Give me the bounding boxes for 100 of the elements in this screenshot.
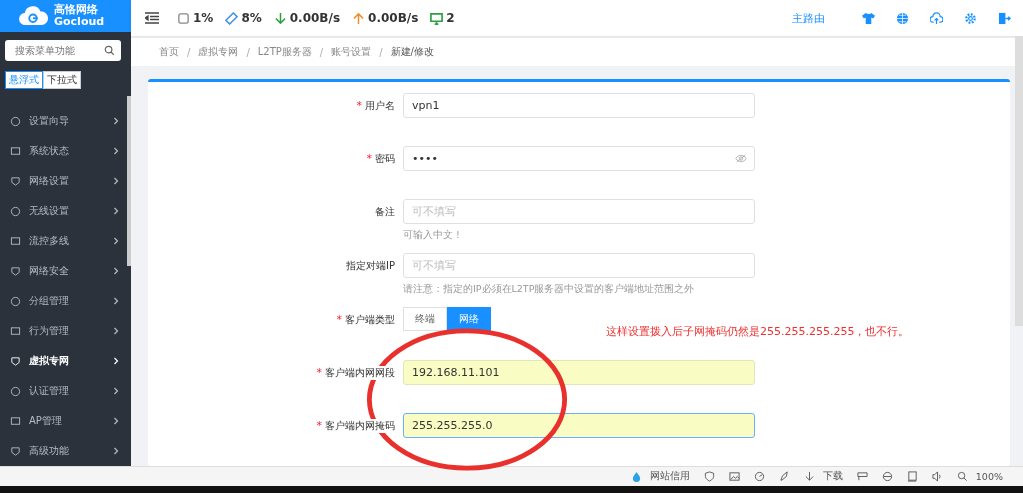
field-label: 客户端类型 bbox=[345, 312, 395, 327]
menu-icon bbox=[10, 355, 21, 367]
sidebar-item[interactable]: 认证管理 bbox=[0, 376, 131, 406]
stat-value: 1% bbox=[193, 11, 214, 25]
required-mark: * bbox=[336, 313, 342, 326]
devices-icon bbox=[430, 11, 444, 25]
shield-icon[interactable] bbox=[703, 471, 715, 482]
menu-icon bbox=[10, 325, 21, 337]
scrollbar[interactable] bbox=[1015, 36, 1023, 326]
chevron-icon bbox=[113, 207, 119, 215]
sidebar-item[interactable]: AP管理 bbox=[0, 406, 131, 436]
flag-icon[interactable] bbox=[856, 471, 868, 482]
breadcrumb-item: 新建/修改 bbox=[390, 45, 434, 59]
breadcrumb-item[interactable]: 虚拟专网 bbox=[198, 45, 239, 59]
required-mark: * bbox=[316, 419, 322, 432]
menu-icon bbox=[10, 145, 21, 157]
shirt-icon[interactable] bbox=[862, 11, 875, 25]
sidebar-item[interactable]: 行为管理 bbox=[0, 316, 131, 346]
field-label: 客户端内网网段 bbox=[325, 365, 395, 380]
field-label: 指定对端IP bbox=[346, 258, 395, 273]
required-mark: * bbox=[316, 366, 322, 379]
required-mark: * bbox=[366, 152, 372, 165]
breadcrumb-separator: / bbox=[187, 46, 191, 58]
menu-icon bbox=[10, 205, 21, 217]
stat-value: 0.00B/s bbox=[289, 11, 341, 25]
sidebar-item[interactable]: 流控多线 bbox=[0, 226, 131, 256]
chevron-icon bbox=[113, 147, 119, 155]
breadcrumb-item[interactable]: 首页 bbox=[159, 45, 179, 59]
menu-icon bbox=[10, 235, 21, 247]
sidebar-item[interactable]: 网络安全 bbox=[0, 256, 131, 286]
chevron-icon bbox=[113, 447, 119, 455]
sidebar-item[interactable]: 分组管理 bbox=[0, 286, 131, 316]
chevron-icon bbox=[113, 117, 119, 125]
field-label: 用户名 bbox=[365, 98, 395, 113]
cloud-upload-icon[interactable] bbox=[930, 11, 943, 25]
chevron-icon bbox=[113, 267, 119, 275]
zoom-icon[interactable] bbox=[956, 471, 968, 482]
field-label: 密码 bbox=[375, 151, 395, 166]
search-field[interactable]: 搜索菜单功能 bbox=[5, 39, 121, 61]
cpu-icon bbox=[177, 11, 190, 25]
input-field[interactable]: 255.255.255.0 bbox=[403, 413, 755, 438]
input-field[interactable]: vpn1 bbox=[403, 93, 755, 118]
download-label[interactable]: 下载 bbox=[822, 470, 843, 483]
sidebar-item[interactable]: 高级功能 bbox=[0, 436, 131, 466]
site-credit-label[interactable]: 网站信用 bbox=[649, 470, 690, 483]
chevron-icon bbox=[113, 357, 119, 365]
input-field[interactable]: 192.168.11.101 bbox=[403, 360, 755, 385]
field-label: 客户端内网掩码 bbox=[325, 418, 395, 433]
memory-icon bbox=[225, 11, 239, 25]
drop-icon[interactable] bbox=[630, 471, 642, 482]
cloud-logo-icon bbox=[18, 4, 48, 27]
settings-icon[interactable] bbox=[964, 11, 977, 25]
search-input[interactable]: 搜索菜单功能 bbox=[13, 43, 104, 57]
download-icon[interactable] bbox=[803, 471, 815, 482]
required-mark: * bbox=[356, 99, 362, 112]
menu-mode-tab[interactable]: 下拉式 bbox=[43, 71, 81, 89]
breadcrumb-item[interactable]: 账号设置 bbox=[331, 45, 372, 59]
scrollbar[interactable] bbox=[127, 96, 131, 266]
sidebar-item[interactable]: 网络设置 bbox=[0, 166, 131, 196]
speaker-icon[interactable] bbox=[931, 471, 943, 482]
breadcrumb-item[interactable]: L2TP服务器 bbox=[257, 45, 312, 59]
chevron-icon bbox=[113, 177, 119, 185]
logo-name-latin: Gocloud bbox=[54, 15, 105, 28]
zoom-level[interactable]: 100% bbox=[975, 471, 1003, 482]
client-type-option[interactable]: 终端 bbox=[403, 307, 447, 331]
sidebar-item[interactable]: 系统状态 bbox=[0, 136, 131, 166]
chevron-icon bbox=[113, 237, 119, 245]
breadcrumb-separator: / bbox=[379, 46, 383, 58]
image-icon[interactable] bbox=[728, 471, 740, 482]
stat-value: 2 bbox=[446, 11, 455, 25]
input-field[interactable]: •••• bbox=[403, 146, 755, 171]
menu-icon bbox=[10, 115, 21, 127]
chevron-icon bbox=[113, 387, 119, 395]
menu-icon bbox=[10, 445, 21, 457]
stat-value: 0.00B/s bbox=[368, 11, 419, 25]
up-icon bbox=[352, 11, 366, 25]
logout-icon[interactable] bbox=[998, 11, 1011, 25]
speed-icon[interactable] bbox=[753, 471, 765, 482]
field-hint: 请注意：指定的IP必须在L2TP服务器中设置的客户端地址范围之外 bbox=[403, 283, 696, 296]
menu-icon bbox=[10, 175, 21, 187]
annotation-text: 这样设置拨入后子网掩码仍然是255.255.255.255，也不行。 bbox=[606, 324, 910, 339]
breadcrumb-separator: / bbox=[246, 46, 250, 58]
stat-value: 8% bbox=[241, 11, 262, 25]
search-icon[interactable] bbox=[104, 44, 115, 56]
menu-icon bbox=[10, 385, 21, 397]
window-icon[interactable] bbox=[906, 471, 918, 482]
chevron-icon bbox=[113, 417, 119, 425]
globe-icon[interactable] bbox=[896, 11, 909, 25]
logo-name: 高恪网络 bbox=[54, 4, 99, 16]
menu-icon bbox=[10, 265, 21, 277]
menu-icon bbox=[10, 415, 21, 427]
breadcrumb-separator: / bbox=[319, 46, 324, 58]
sidebar-item[interactable]: 虚拟专网 bbox=[0, 346, 131, 376]
menu-icon bbox=[10, 295, 21, 307]
down-icon bbox=[273, 11, 287, 25]
chevron-icon bbox=[113, 327, 119, 335]
sidebar-item[interactable]: 设置向导 bbox=[0, 106, 131, 136]
sidebar-item[interactable]: 无线设置 bbox=[0, 196, 131, 226]
menu-collapse-icon[interactable] bbox=[145, 12, 159, 24]
field-hint: 可输入中文！ bbox=[403, 229, 464, 242]
